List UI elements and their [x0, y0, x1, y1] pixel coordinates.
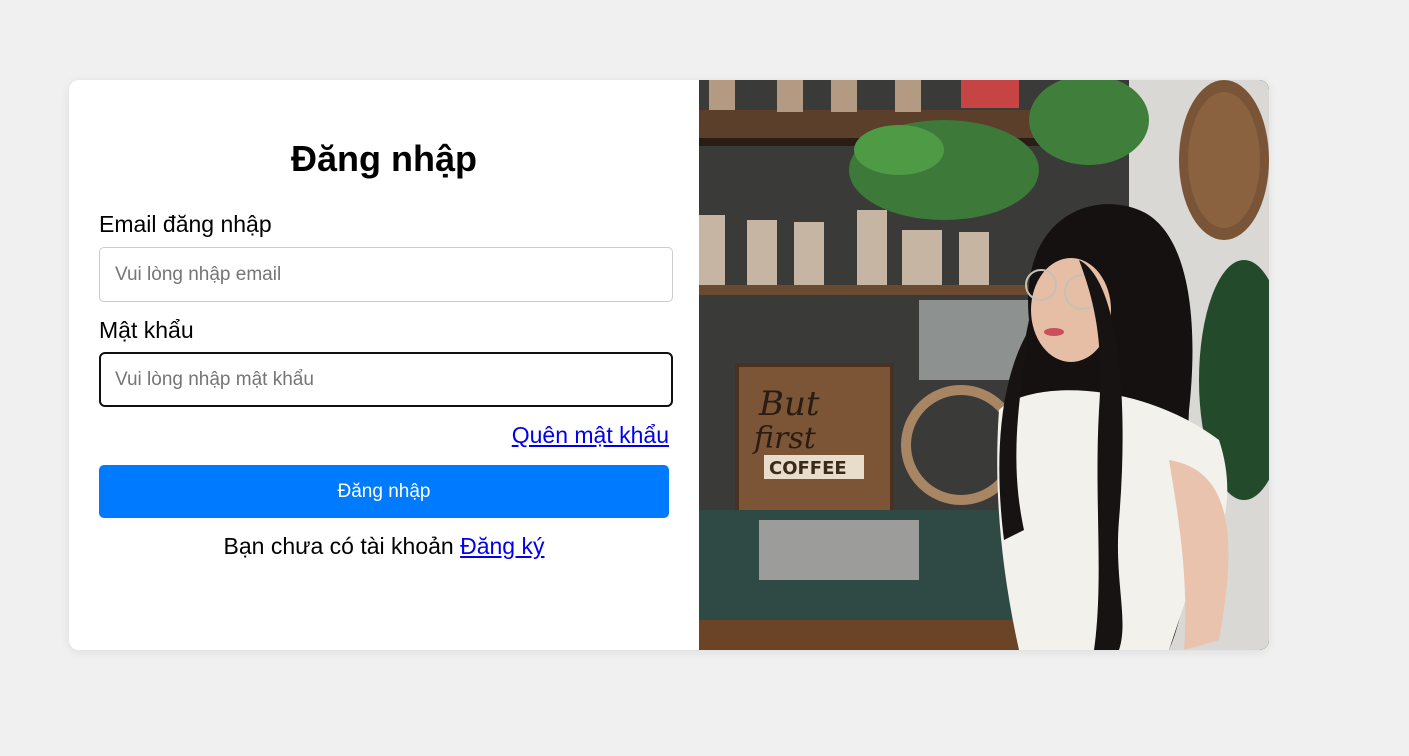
login-card: Đăng nhập Email đăng nhập Mật khẩu Quên …	[69, 80, 1269, 650]
email-label: Email đăng nhập	[99, 211, 272, 237]
cafe-photo-illustration: But first COFFEE	[699, 80, 1269, 650]
password-field[interactable]	[99, 352, 673, 407]
page-title: Đăng nhập	[291, 138, 477, 179]
portrait-photo: But first COFFEE	[699, 80, 1269, 650]
sign-text-1: But	[758, 384, 820, 424]
sign-text-2: first	[752, 421, 817, 456]
sign-text-3: COFFEE	[769, 458, 847, 479]
email-field[interactable]	[99, 247, 673, 302]
no-account-text: Bạn chưa có tài khoản	[223, 533, 454, 559]
login-form: Đăng nhập Email đăng nhập Mật khẩu Quên …	[69, 80, 699, 650]
register-prompt: Bạn chưa có tài khoản Đăng ký	[99, 533, 669, 560]
login-button[interactable]: Đăng nhập	[99, 465, 669, 518]
password-label: Mật khẩu	[99, 317, 194, 343]
register-link[interactable]: Đăng ký	[460, 533, 544, 559]
forgot-password-link[interactable]: Quên mật khẩu	[512, 422, 669, 449]
